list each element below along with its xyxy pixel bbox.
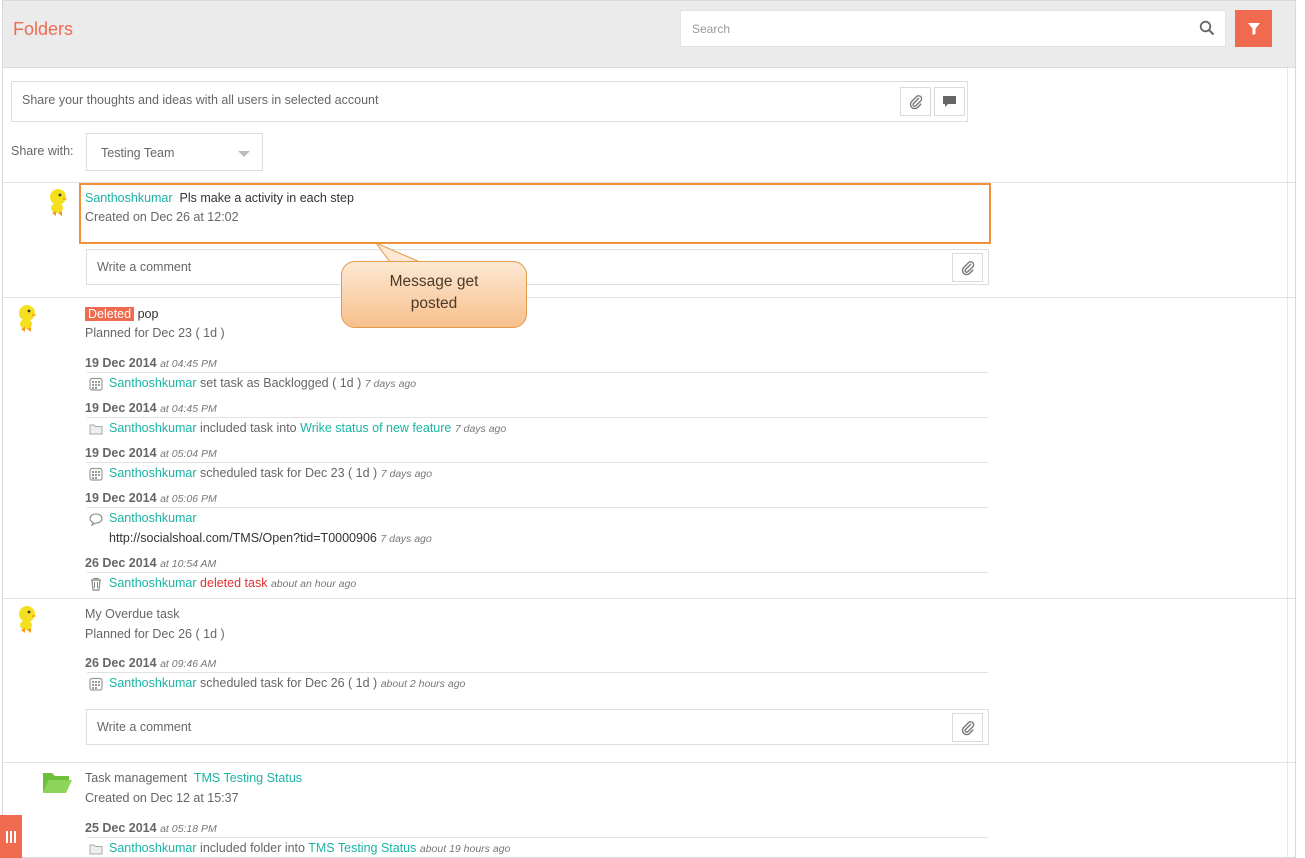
menu-bars-icon <box>6 830 16 843</box>
scrollbar[interactable] <box>1287 68 1295 857</box>
divider <box>87 372 988 373</box>
activity-date: 19 Dec 2014 at 04:45 PM <box>85 356 217 370</box>
calendar-icon <box>89 677 103 691</box>
activity-date: 19 Dec 2014 at 05:04 PM <box>85 446 217 460</box>
activity-author-link[interactable]: Santhoshkumar <box>109 676 197 690</box>
calendar-icon <box>89 467 103 481</box>
folder-link[interactable]: TMS Testing Status <box>194 771 302 785</box>
page-title: Folders <box>13 19 74 39</box>
activity-item: Santhoshkumar set task as Backlogged ( 1… <box>109 376 417 390</box>
speech-bubble-icon <box>89 513 103 526</box>
avatar-icon[interactable] <box>14 303 40 335</box>
task-name: pop <box>137 307 159 321</box>
folder-icon <box>89 424 103 435</box>
chat-icon <box>943 95 956 107</box>
chevron-down-icon <box>238 151 250 157</box>
activity-item: Santhoshkumar included folder into TMS T… <box>109 841 511 855</box>
activity-item: Santhoshkumar scheduled task for Dec 26 … <box>109 676 466 690</box>
activity-author-link[interactable]: Santhoshkumar <box>109 511 197 525</box>
activity-date: 19 Dec 2014 at 05:06 PM <box>85 491 217 505</box>
share-with-label: Share with: <box>11 144 74 158</box>
side-panel-toggle[interactable] <box>0 815 22 858</box>
search-box <box>680 10 1226 47</box>
search-icon[interactable] <box>1199 20 1215 36</box>
divider <box>87 417 988 418</box>
paperclip-icon <box>909 94 922 109</box>
comment-placeholder: Write a comment <box>97 720 192 734</box>
folder-icon <box>89 844 103 855</box>
comment-placeholder: Write a comment <box>97 260 192 274</box>
app-frame: Folders Share your thoughts and ideas wi… <box>2 0 1296 858</box>
activity-author-link[interactable]: Santhoshkumar <box>109 421 197 435</box>
top-header: Folders <box>3 1 1295 68</box>
comment-attach-button[interactable] <box>952 253 983 282</box>
activity-date: 25 Dec 2014 at 05:18 PM <box>85 821 217 835</box>
task-planned: Planned for Dec 23 ( 1d ) <box>85 326 225 340</box>
share-with-value: Testing Team <box>101 146 175 160</box>
attach-button[interactable] <box>900 87 931 116</box>
share-placeholder: Share your thoughts and ideas with all u… <box>22 93 379 107</box>
paperclip-icon <box>961 260 974 275</box>
divider <box>87 572 988 573</box>
calendar-icon <box>89 377 103 391</box>
activity-item: Santhoshkumar included task into Wrike s… <box>109 421 507 435</box>
filter-icon <box>1247 22 1260 35</box>
callout-annotation: Message get posted <box>341 261 527 328</box>
folder-link[interactable]: TMS Testing Status <box>308 841 416 855</box>
activity-comment: http://socialshoal.com/TMS/Open?tid=T000… <box>109 531 432 545</box>
divider <box>3 762 1295 763</box>
activity-date: 26 Dec 2014 at 09:46 AM <box>85 656 217 670</box>
comment-url[interactable]: http://socialshoal.com/TMS/Open?tid=T000… <box>109 531 377 545</box>
status-badge: Deleted <box>85 307 135 321</box>
task-title[interactable]: Deleted pop <box>85 307 158 321</box>
divider <box>3 598 1295 599</box>
trash-icon <box>91 577 101 591</box>
divider <box>87 462 988 463</box>
folder-open-icon <box>43 773 72 793</box>
avatar-icon[interactable] <box>14 604 40 636</box>
task-planned: Planned for Dec 26 ( 1d ) <box>85 627 225 641</box>
activity-item: Santhoshkumar scheduled task for Dec 23 … <box>109 466 433 480</box>
share-thoughts-input[interactable]: Share your thoughts and ideas with all u… <box>11 81 968 122</box>
activity-author-link[interactable]: Santhoshkumar <box>109 466 197 480</box>
folder-link[interactable]: Wrike status of new feature <box>300 421 451 435</box>
divider <box>87 507 988 508</box>
filter-button[interactable] <box>1235 10 1272 47</box>
divider <box>87 837 988 838</box>
task-name[interactable]: My Overdue task <box>85 607 179 621</box>
folder-created: Created on Dec 12 at 15:37 <box>85 791 239 805</box>
activity-date: 19 Dec 2014 at 04:45 PM <box>85 401 217 415</box>
search-input[interactable] <box>681 11 1181 46</box>
share-with-select[interactable]: Testing Team <box>86 133 263 171</box>
divider <box>3 297 1295 298</box>
paperclip-icon <box>961 720 974 735</box>
activity-author-link[interactable]: Santhoshkumar <box>109 376 197 390</box>
comment-attach-button[interactable] <box>952 713 983 742</box>
divider <box>87 672 988 673</box>
post-message-button[interactable] <box>934 87 965 116</box>
comment-input[interactable]: Write a comment <box>86 709 989 745</box>
activity-author-link[interactable]: Santhoshkumar <box>109 841 197 855</box>
activity-item: Santhoshkumar deleted task about an hour… <box>109 576 357 590</box>
avatar-icon[interactable] <box>45 187 71 219</box>
activity-author-link[interactable]: Santhoshkumar <box>109 576 197 590</box>
comment-input[interactable]: Write a comment <box>86 249 989 285</box>
folder-header: Task management TMS Testing Status <box>85 771 303 785</box>
highlight-box <box>79 183 991 244</box>
activity-date: 26 Dec 2014 at 10:54 AM <box>85 556 217 570</box>
